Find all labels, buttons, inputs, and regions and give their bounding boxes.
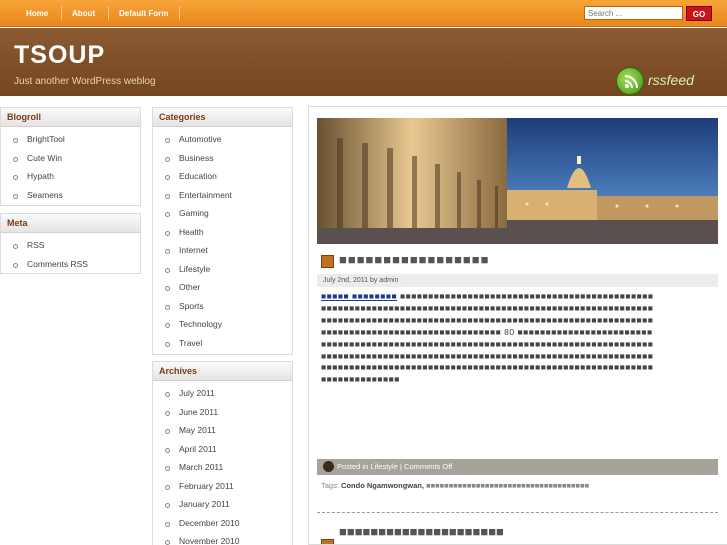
post-tags: Tags: Condo Ngamwongwan, ■■■■■■■■■■■■■■■…	[321, 481, 716, 491]
blogroll-item[interactable]: BrightTool	[1, 130, 140, 149]
widget-title: Archives	[153, 362, 292, 381]
nav-home-link[interactable]: Home	[26, 9, 48, 18]
blogroll-widget: Blogroll BrightTool Cute Win Hypath Seam…	[0, 107, 141, 206]
next-post-title[interactable]: ■■■■■■■■■■■■■■■■■■■■■	[339, 524, 504, 539]
category-item[interactable]: Internet	[153, 241, 292, 260]
tags-label: Tags:	[321, 481, 339, 490]
category-item[interactable]: Gaming	[153, 204, 292, 223]
post-body-text: ■■■■■■■■■■■■■■■■■■■■■■■■■■■■■■■■■■■■■■■■…	[321, 291, 654, 385]
post-footer: Posted in Lifestyle | Comments Off	[317, 459, 718, 475]
category-item[interactable]: Education	[153, 167, 292, 186]
widget-title: Blogroll	[1, 108, 140, 127]
nav-default-form-link[interactable]: Default Form	[119, 9, 168, 18]
search-go-button[interactable]: GO	[686, 6, 712, 21]
category-item[interactable]: Business	[153, 149, 292, 168]
archive-item[interactable]: July 2011	[153, 384, 292, 403]
post-title[interactable]: ■■■■■■■■■■■■■■■■■	[339, 252, 490, 267]
tag-links[interactable]: ■■■■■■■■■■■■■■■■■■■■■■■■■■■■■■■■■■■■	[426, 481, 589, 490]
search-input[interactable]	[584, 6, 683, 20]
comments-status: Comments Off	[404, 462, 453, 471]
post-category-link[interactable]: Lifestyle	[370, 462, 398, 471]
category-item[interactable]: Health	[153, 223, 292, 242]
archive-item[interactable]: December 2010	[153, 514, 292, 533]
post-category-icon	[321, 255, 334, 268]
category-item[interactable]: Sports	[153, 297, 292, 316]
categories-widget: Categories Automotive Business Education…	[152, 107, 293, 355]
nav-separator	[61, 6, 62, 20]
post-body: ■■■■■ ■■■■■■■■ ■■■■■■■■■■■■■■■■■■■■■■■■■…	[321, 291, 656, 386]
widget-title: Meta	[1, 214, 140, 233]
archive-item[interactable]: June 2011	[153, 403, 292, 422]
blogroll-item[interactable]: Seamens	[1, 186, 140, 205]
nav-separator	[108, 6, 109, 20]
posted-in-label: Posted in	[337, 462, 369, 471]
category-item[interactable]: Lifestyle	[153, 260, 292, 279]
site-title[interactable]: TSOUP	[14, 41, 105, 70]
post-category-icon	[321, 539, 334, 544]
rss-feed-link[interactable]: rssfeed	[648, 72, 694, 88]
meta-item[interactable]: RSS	[1, 236, 140, 255]
nav-separator	[179, 6, 180, 20]
blogroll-item[interactable]: Cute Win	[1, 149, 140, 168]
nav-about-link[interactable]: About	[72, 9, 95, 18]
post-banner-image	[317, 118, 718, 244]
category-item[interactable]: Entertainment	[153, 186, 292, 205]
blogroll-item[interactable]: Hypath	[1, 167, 140, 186]
rss-icon[interactable]	[616, 67, 644, 95]
tag-link[interactable]: Condo Ngamwongwan,	[341, 481, 424, 490]
site-header: TSOUP Just another WordPress weblog rssf…	[0, 28, 727, 96]
category-item[interactable]: Technology	[153, 315, 292, 334]
post-body-link[interactable]: ■■■■■ ■■■■■■■■	[321, 291, 397, 301]
post-meta: July 2nd, 2011 by admin	[317, 274, 718, 287]
archives-widget: Archives July 2011 June 2011 May 2011 Ap…	[152, 361, 293, 545]
archive-item[interactable]: November 2010	[153, 532, 292, 545]
category-item[interactable]: Other	[153, 278, 292, 297]
footer-separator: |	[399, 462, 402, 471]
meta-widget: Meta RSS Comments RSS	[0, 213, 141, 274]
archive-item[interactable]: February 2011	[153, 477, 292, 496]
author-avatar-icon	[323, 461, 334, 472]
top-navigation: Home About Default Form GO	[0, 0, 727, 27]
archive-item[interactable]: March 2011	[153, 458, 292, 477]
meta-item[interactable]: Comments RSS	[1, 255, 140, 274]
widget-title: Categories	[153, 108, 292, 127]
category-item[interactable]: Automotive	[153, 130, 292, 149]
category-item[interactable]: Travel	[153, 334, 292, 353]
archive-item[interactable]: April 2011	[153, 440, 292, 459]
archive-item[interactable]: January 2011	[153, 495, 292, 514]
archive-item[interactable]: May 2011	[153, 421, 292, 440]
post-divider	[317, 512, 718, 513]
site-tagline: Just another WordPress weblog	[14, 76, 156, 87]
main-content: ■■■■■■■■■■■■■■■■■ July 2nd, 2011 by admi…	[308, 106, 727, 545]
